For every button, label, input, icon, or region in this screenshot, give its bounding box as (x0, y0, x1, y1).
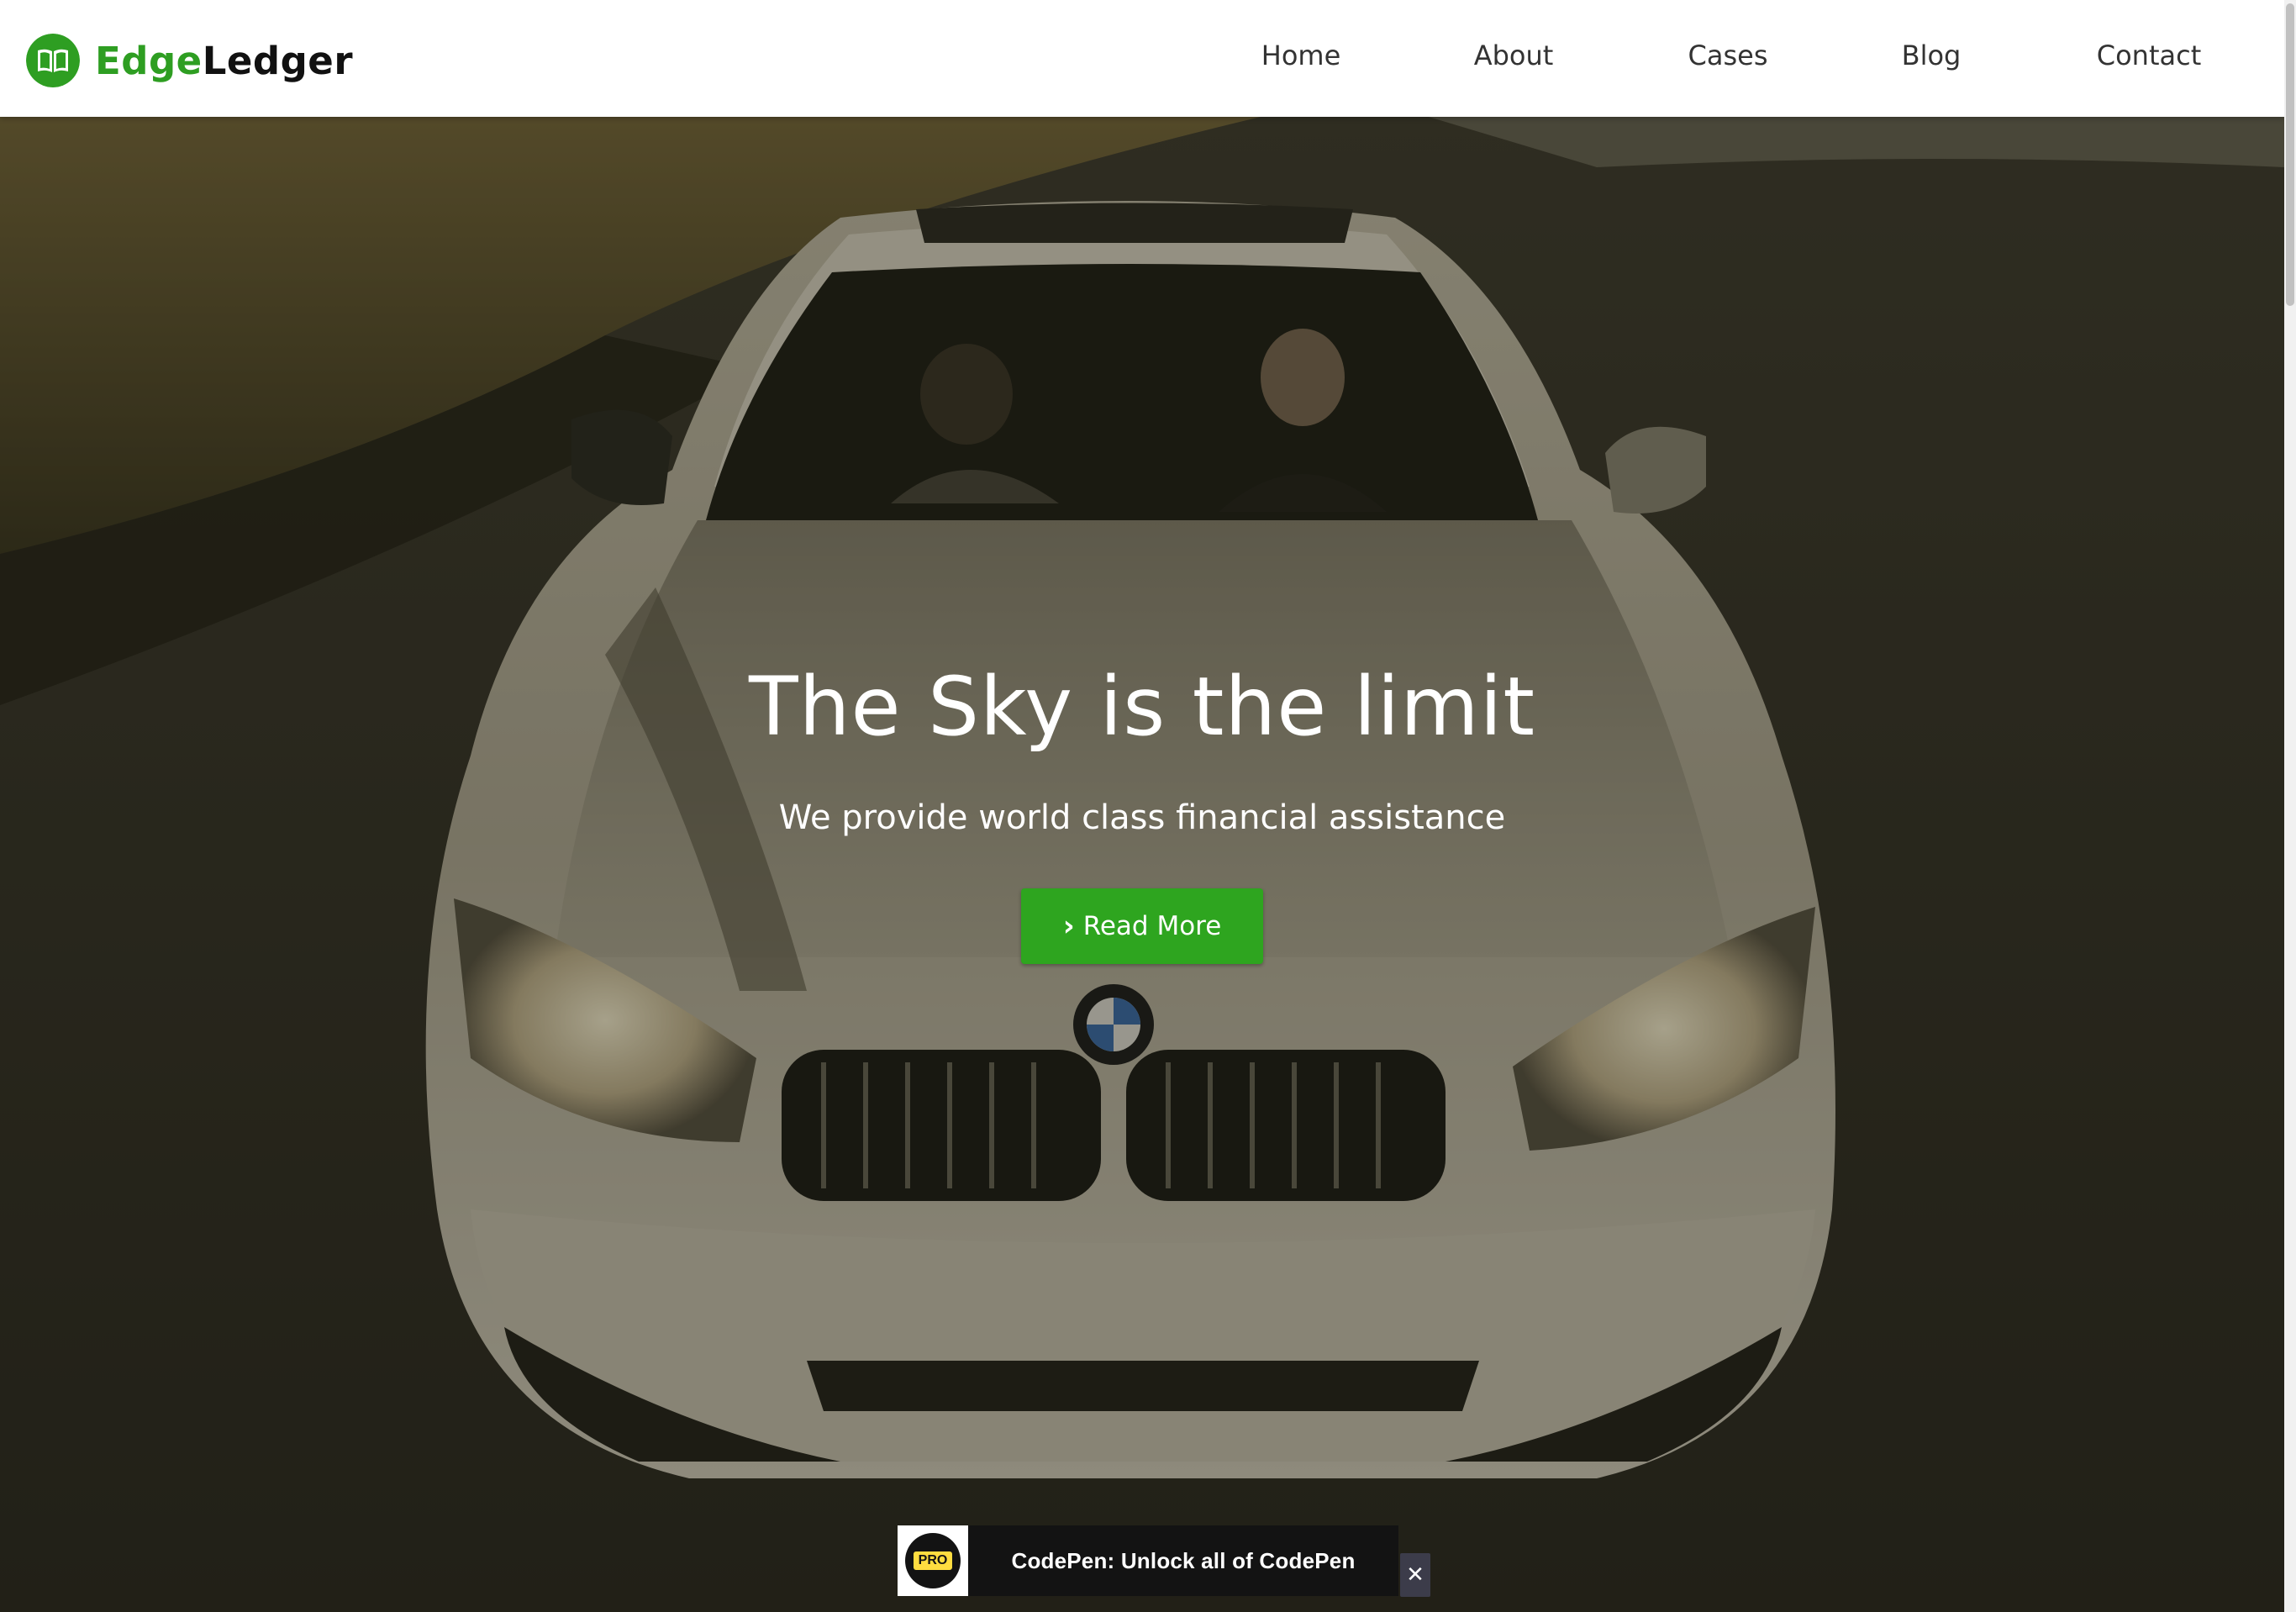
nav-item-cases[interactable]: Cases (1688, 37, 1768, 74)
read-more-button[interactable]: › Read More (1021, 888, 1263, 964)
hero-title: The Sky is the limit (749, 660, 1535, 754)
hero-overlay (0, 117, 2284, 1612)
main-nav: Home About Cases Blog Contact (0, 0, 2284, 117)
nav-item-contact[interactable]: Contact (2097, 37, 2202, 74)
hero-subtitle: We provide world class financial assista… (778, 798, 1506, 837)
pro-badge-label: PRO (911, 1550, 955, 1572)
page-scrollbar[interactable] (2284, 0, 2296, 1612)
pro-badge-icon: PRO (905, 1533, 961, 1588)
codepen-pro-badge: PRO (898, 1525, 968, 1596)
read-more-label: Read More (1082, 911, 1222, 941)
nav-item-home[interactable]: Home (1261, 37, 1341, 74)
close-icon[interactable]: ✕ (1400, 1553, 1430, 1597)
hero-section: The Sky is the limit We provide world cl… (0, 117, 2284, 1612)
nav-item-blog[interactable]: Blog (1902, 37, 1962, 74)
site-header: EdgeLedger Home About Cases Blog Contact (0, 0, 2284, 117)
codepen-pro-banner[interactable]: PRO CodePen: Unlock all of CodePen (898, 1525, 1398, 1596)
scrollbar-thumb[interactable] (2286, 3, 2294, 306)
codepen-banner-text: CodePen: Unlock all of CodePen (1011, 1547, 1356, 1573)
nav-item-about[interactable]: About (1474, 37, 1554, 74)
chevron-right-icon: › (1062, 909, 1075, 943)
